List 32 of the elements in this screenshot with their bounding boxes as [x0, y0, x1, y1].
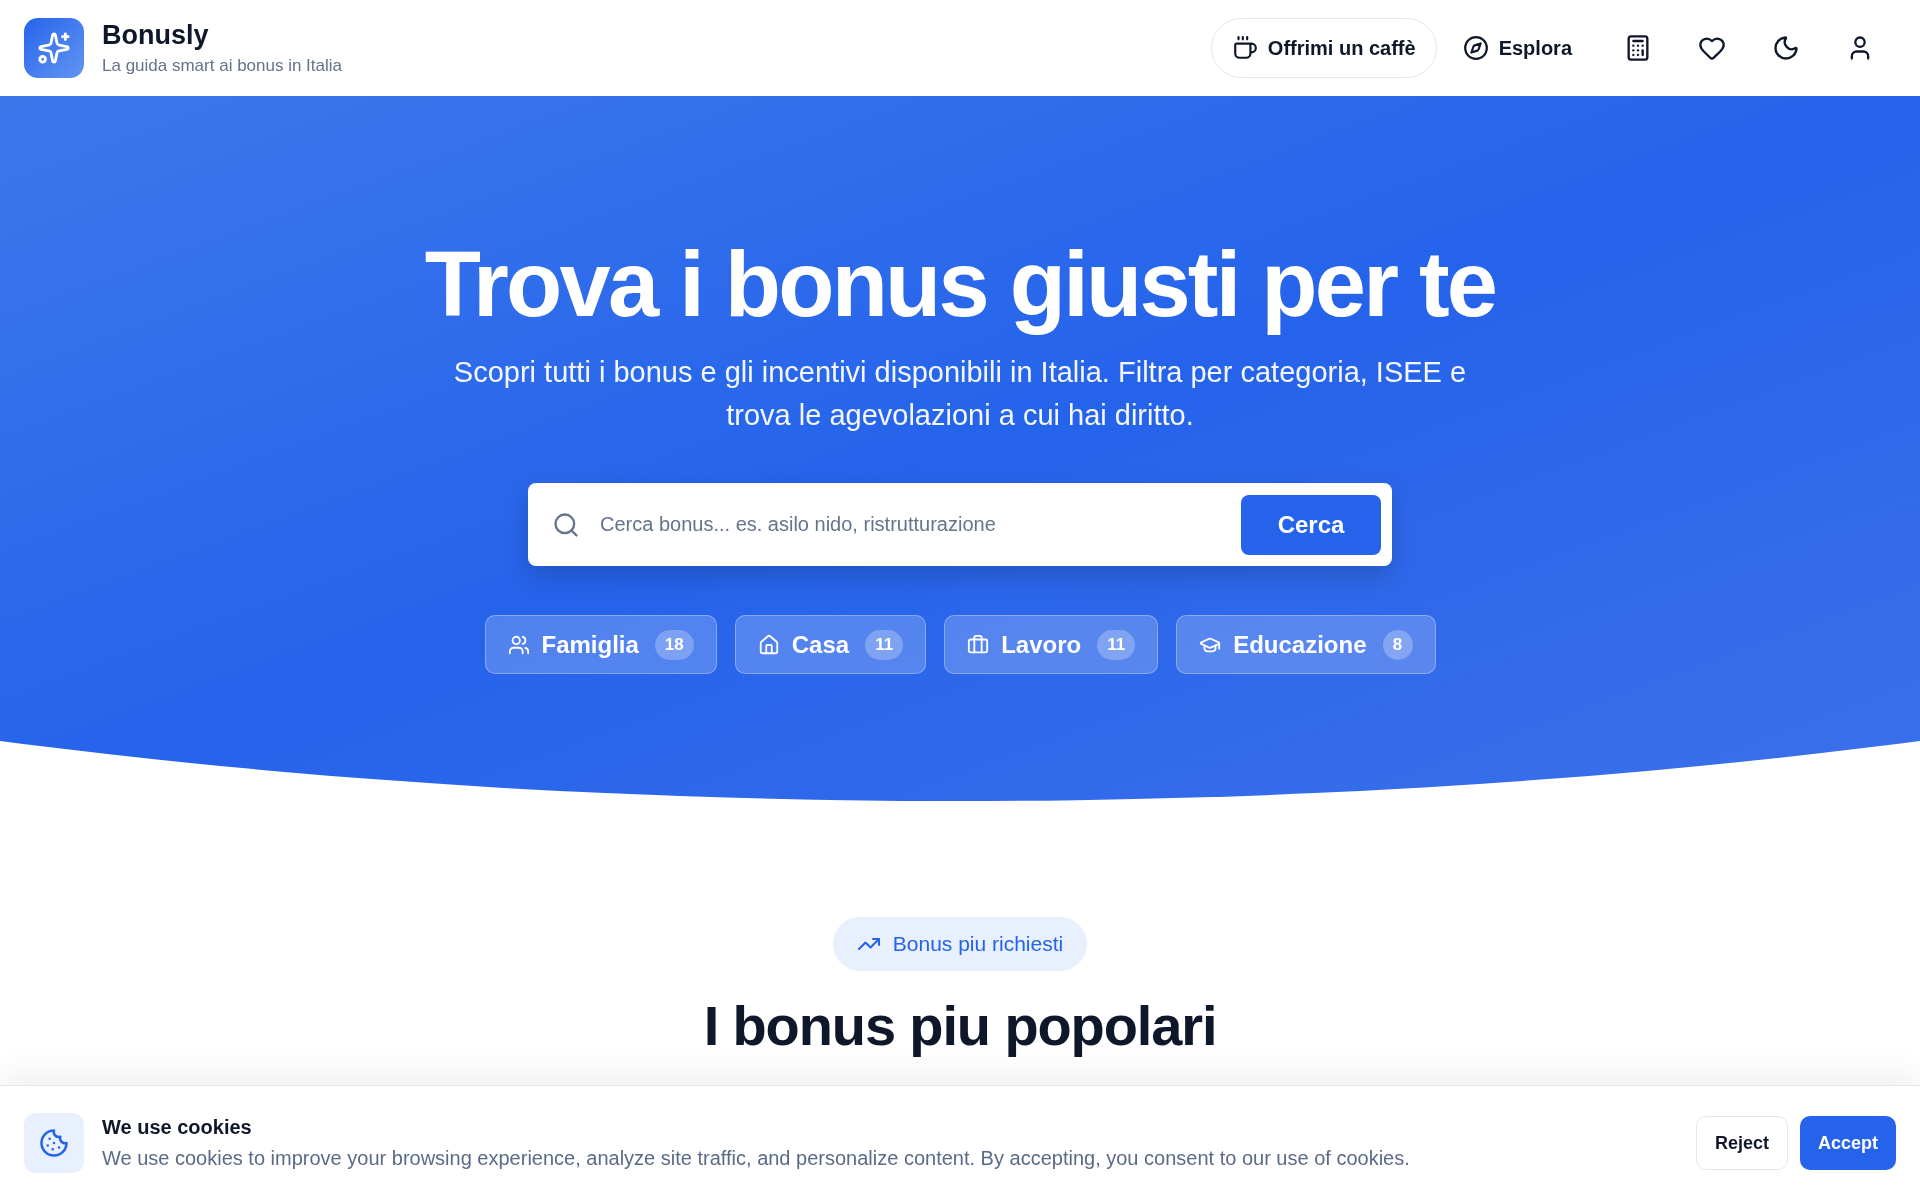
- category-chip[interactable]: Lavoro 11: [944, 615, 1159, 675]
- search-button[interactable]: Cerca: [1241, 494, 1381, 555]
- brand-name: Bonusly: [102, 19, 210, 52]
- brand-tagline: La guida smart ai bonus in Italia: [102, 55, 343, 77]
- count-badge: 8: [1382, 629, 1413, 660]
- cookie-title: We use cookies: [102, 1115, 253, 1140]
- section-title: I bonus piu popolari: [703, 993, 1217, 1059]
- search-field[interactable]: Cerca bonus... es. asilo nido, ristrutturazione Cerca: [528, 483, 1392, 567]
- cookie-message: We use cookies to improve your browsing experience, analyze site traffic, and personalize content. By accepting, you consent to our use of cookies.: [102, 1146, 1410, 1171]
- hero-title: Trova i bonus giusti per te: [424, 232, 1496, 337]
- sparkles-icon: [24, 18, 84, 78]
- count-badge: 18: [654, 629, 694, 660]
- reject-button[interactable]: Reject: [1695, 1116, 1788, 1170]
- coffee-cup-icon: [1231, 35, 1258, 61]
- heart-icon: [1698, 34, 1726, 62]
- accept-button[interactable]: Accept: [1799, 1116, 1896, 1170]
- category-chip[interactable]: Famiglia 18: [484, 615, 717, 675]
- briefcase-icon: [967, 633, 990, 656]
- count-badge: 11: [1097, 629, 1136, 660]
- cookie-icon: [24, 1113, 84, 1173]
- count-badge: 11: [865, 629, 904, 660]
- compass-icon: [1462, 35, 1489, 61]
- hero-subtitle: Scopri tutti i bonus e gli incentivi disponibili in Italia. Filtra per categoria, ISEE e trova le agevolazioni a cui hai diritto.: [452, 355, 1468, 434]
- category-chip[interactable]: Educazione 8: [1176, 615, 1436, 675]
- explore-link[interactable]: Esplora: [1450, 18, 1584, 78]
- people-icon: [507, 633, 530, 656]
- category-chip[interactable]: Casa 11: [734, 615, 927, 675]
- coffee-button[interactable]: Offrimi un caffè: [1210, 18, 1437, 78]
- section-tag-text: Bonus piu richiesti: [892, 931, 1064, 958]
- search-icon: [552, 510, 580, 539]
- house-icon: [757, 633, 780, 656]
- moon-icon: [1772, 34, 1800, 62]
